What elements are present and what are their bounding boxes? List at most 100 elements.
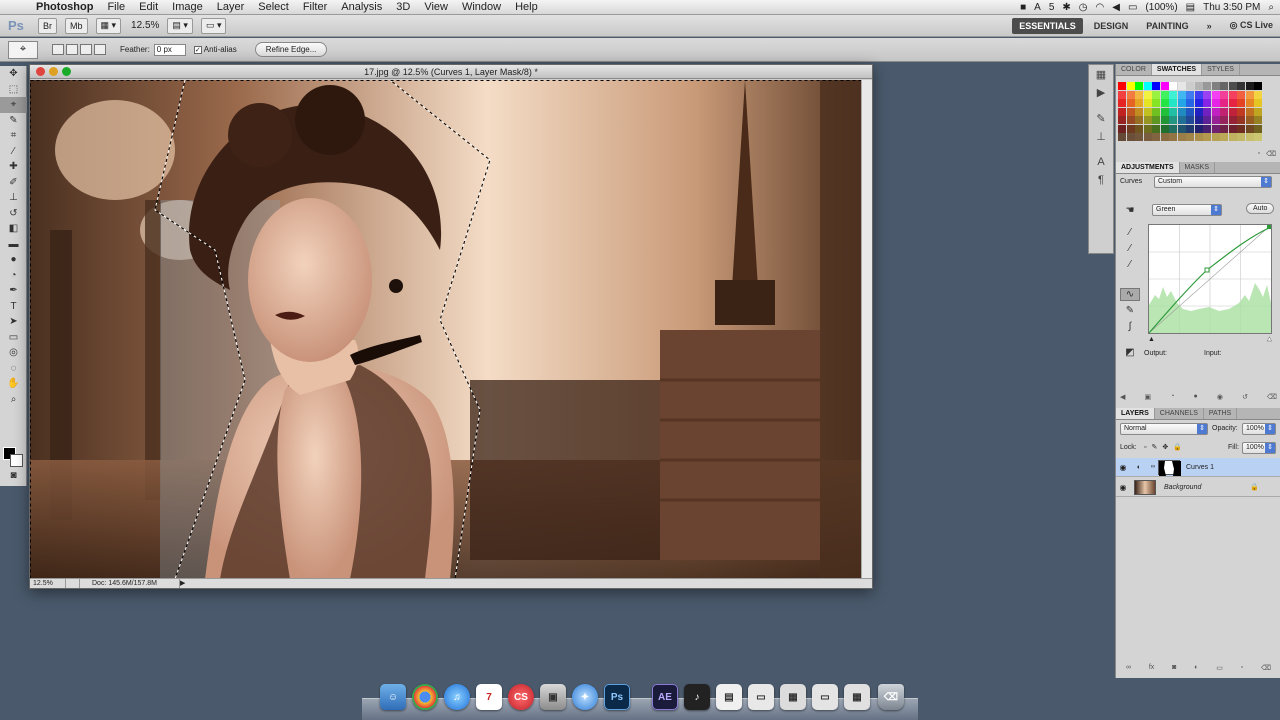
tab-adjustments[interactable]: ADJUSTMENTS bbox=[1116, 162, 1180, 173]
layer-visibility-icon[interactable]: ◉ bbox=[1116, 483, 1130, 492]
fill-input[interactable]: 100% bbox=[1242, 442, 1276, 454]
color-swatch[interactable] bbox=[1135, 107, 1143, 116]
creative-suite-icon[interactable]: CS bbox=[508, 684, 534, 710]
color-swatch[interactable] bbox=[1245, 133, 1254, 141]
color-swatch[interactable] bbox=[1152, 124, 1160, 133]
menu-help[interactable]: Help bbox=[515, 1, 538, 13]
color-swatch[interactable] bbox=[1186, 82, 1194, 90]
color-swatch[interactable] bbox=[1237, 90, 1245, 99]
photo-booth-icon[interactable]: ▣ bbox=[540, 684, 566, 710]
color-swatch[interactable] bbox=[1237, 116, 1245, 124]
trash-icon[interactable]: ⌫ bbox=[878, 684, 904, 710]
close-window-icon[interactable] bbox=[36, 67, 45, 76]
color-swatch[interactable] bbox=[1194, 99, 1203, 107]
path-selection-tool-icon[interactable]: ➤ bbox=[0, 314, 27, 330]
color-swatch[interactable] bbox=[1211, 116, 1220, 124]
color-swatch[interactable] bbox=[1118, 107, 1126, 116]
color-swatch[interactable] bbox=[1143, 107, 1152, 116]
status-zoom[interactable]: 12.5% bbox=[30, 579, 66, 588]
time-machine-icon[interactable]: ◷ bbox=[1079, 2, 1088, 13]
brush-tool-icon[interactable]: ✐ bbox=[0, 175, 27, 191]
color-swatch[interactable] bbox=[1186, 116, 1194, 124]
color-swatch[interactable] bbox=[1228, 107, 1237, 116]
color-swatch[interactable] bbox=[1203, 116, 1211, 124]
color-swatch[interactable] bbox=[1177, 82, 1186, 90]
eyedropper-tool-icon[interactable]: ⁄ bbox=[0, 144, 27, 160]
camera-icon[interactable]: ■ bbox=[1020, 2, 1026, 13]
color-swatch[interactable] bbox=[1169, 124, 1177, 133]
adjustments-delete-icon[interactable]: ⌫ bbox=[1267, 393, 1277, 401]
color-swatch[interactable] bbox=[1194, 82, 1203, 90]
color-swatch[interactable] bbox=[1186, 99, 1194, 107]
image-canvas[interactable] bbox=[30, 80, 862, 579]
color-swatch[interactable] bbox=[1228, 99, 1237, 107]
reset-icon[interactable]: ↺ bbox=[1242, 393, 1248, 401]
color-swatch[interactable] bbox=[1237, 107, 1245, 116]
status-info-icon[interactable] bbox=[66, 579, 80, 588]
blur-tool-icon[interactable]: ● bbox=[0, 252, 27, 268]
menu-edit[interactable]: Edit bbox=[139, 1, 158, 13]
wifi-icon[interactable]: ◠ bbox=[1096, 2, 1105, 13]
color-swatch[interactable] bbox=[1220, 90, 1228, 99]
color-swatch[interactable] bbox=[1177, 124, 1186, 133]
color-swatch[interactable] bbox=[1245, 90, 1254, 99]
color-swatch[interactable] bbox=[1135, 99, 1143, 107]
color-swatch[interactable] bbox=[1228, 90, 1237, 99]
character-panel-icon[interactable]: A bbox=[1089, 153, 1113, 171]
lock-options-icons[interactable]: ▫✎✥🔒 bbox=[1144, 443, 1187, 451]
chrome-icon[interactable] bbox=[412, 684, 438, 710]
color-swatch[interactable] bbox=[1169, 90, 1177, 99]
color-swatch[interactable] bbox=[1169, 82, 1177, 90]
itunes-icon[interactable]: ♫ bbox=[444, 684, 470, 710]
subtract-selection-button[interactable] bbox=[80, 44, 92, 55]
color-swatch[interactable] bbox=[1194, 116, 1203, 124]
clip-to-layer-icon[interactable]: ◔ bbox=[1170, 393, 1174, 401]
color-swatch[interactable] bbox=[1254, 107, 1262, 116]
actions-panel-icon[interactable]: ▶ bbox=[1089, 83, 1113, 101]
color-swatch[interactable] bbox=[1203, 99, 1211, 107]
crop-tool-icon[interactable]: ⌗ bbox=[0, 128, 27, 144]
color-swatch[interactable] bbox=[1143, 90, 1152, 99]
color-swatch[interactable] bbox=[1237, 133, 1245, 141]
tab-color[interactable]: COLOR bbox=[1116, 64, 1152, 75]
color-swatch[interactable] bbox=[1237, 99, 1245, 107]
curves-preset-select[interactable]: Custom bbox=[1154, 176, 1272, 188]
3d-rotate-tool-icon[interactable]: ◎ bbox=[0, 345, 27, 361]
color-swatch[interactable] bbox=[1160, 90, 1169, 99]
color-swatch[interactable] bbox=[1228, 82, 1237, 90]
bluetooth-icon[interactable]: ✱ bbox=[1062, 2, 1070, 13]
back-arrow-icon[interactable]: ◀ bbox=[1120, 393, 1125, 401]
color-swatch[interactable] bbox=[1254, 90, 1262, 99]
color-swatch[interactable] bbox=[1254, 124, 1262, 133]
blend-mode-select[interactable]: Normal bbox=[1120, 423, 1208, 435]
color-swatch[interactable] bbox=[1237, 124, 1245, 133]
battery-icon[interactable]: ▭ bbox=[1128, 2, 1137, 13]
chain-link-icon[interactable]: ∞ bbox=[1148, 464, 1158, 470]
color-swatch[interactable] bbox=[1160, 124, 1169, 133]
menu-analysis[interactable]: Analysis bbox=[341, 1, 382, 13]
color-swatch[interactable] bbox=[1177, 107, 1186, 116]
tab-paths[interactable]: PATHS bbox=[1204, 408, 1238, 419]
new-layer-icon[interactable]: ▫ bbox=[1241, 664, 1243, 672]
color-swatch[interactable] bbox=[1177, 116, 1186, 124]
color-swatch[interactable] bbox=[1203, 124, 1211, 133]
color-swatch[interactable] bbox=[1245, 107, 1254, 116]
safari-icon[interactable]: ✦ bbox=[572, 684, 598, 710]
document-stack-icon[interactable]: ▤ bbox=[716, 684, 742, 710]
menu-app-name[interactable]: Photoshop bbox=[36, 1, 93, 13]
clone-stamp-tool-icon[interactable]: ⊥ bbox=[0, 190, 27, 206]
color-swatch[interactable] bbox=[1135, 116, 1143, 124]
window-stack-icon-4[interactable]: ▦ bbox=[844, 684, 870, 710]
color-swatch[interactable] bbox=[1152, 82, 1160, 90]
layer-row-curves[interactable]: ◉ ◐ ∞ Curves 1 bbox=[1116, 458, 1280, 477]
color-swatch[interactable] bbox=[1177, 133, 1186, 141]
color-swatch[interactable] bbox=[1203, 133, 1211, 141]
color-swatch[interactable] bbox=[1135, 82, 1143, 90]
curves-graph[interactable] bbox=[1148, 224, 1272, 334]
new-swatch-icon[interactable]: ▫ bbox=[1258, 150, 1260, 158]
audio-app-icon[interactable]: ♪ bbox=[684, 684, 710, 710]
color-swatch[interactable] bbox=[1220, 99, 1228, 107]
layer-row-background[interactable]: ◉ Background 🔒 bbox=[1116, 478, 1280, 497]
color-swatch[interactable] bbox=[1220, 116, 1228, 124]
color-swatch[interactable] bbox=[1177, 99, 1186, 107]
